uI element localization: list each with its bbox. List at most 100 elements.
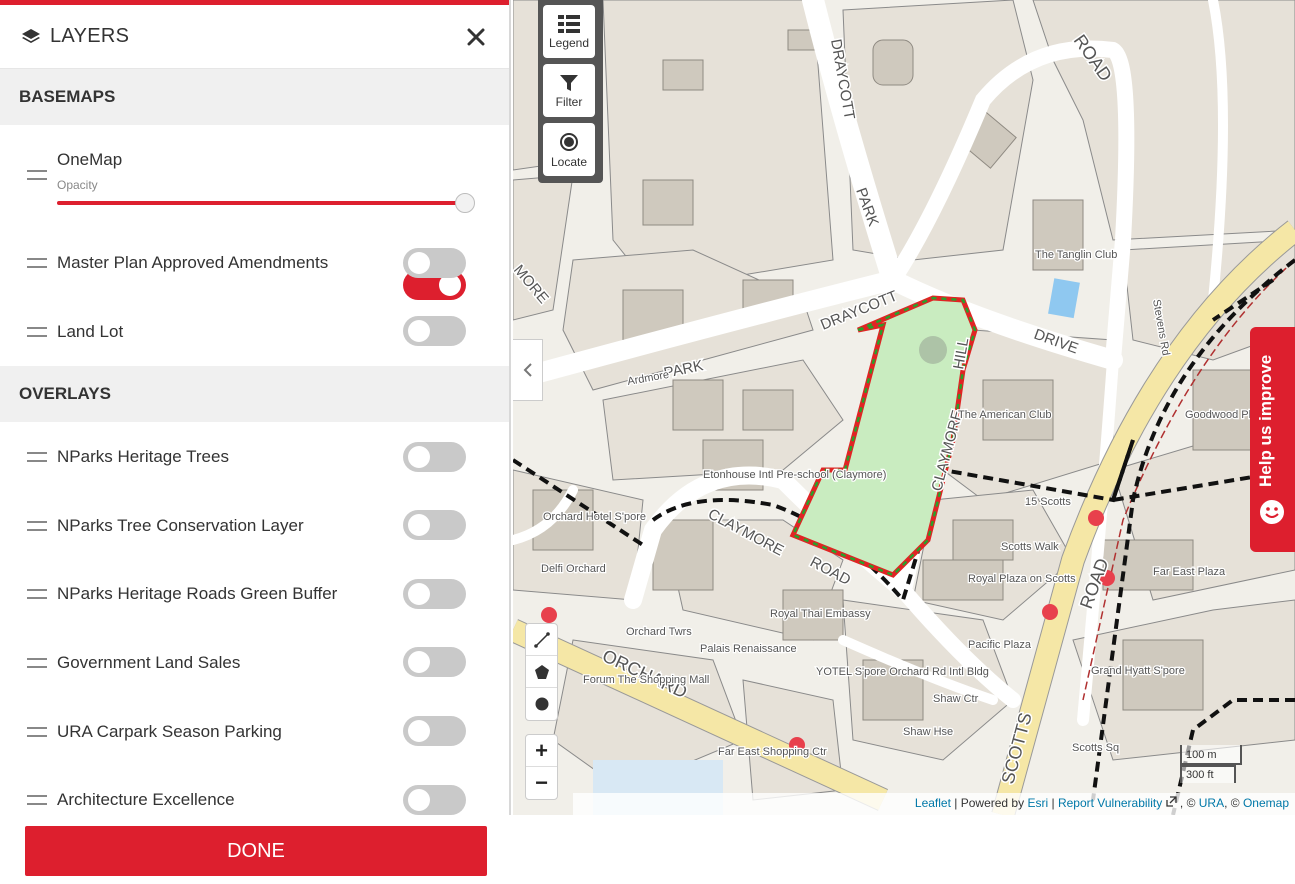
draw-tools xyxy=(525,623,558,721)
toggle-heritage-trees[interactable] xyxy=(403,442,466,472)
toggle-knob xyxy=(408,651,430,673)
toggle-knob xyxy=(408,583,430,605)
toggle-master-plan[interactable] xyxy=(403,248,466,278)
layer-row-onemap: OneMap Opacity xyxy=(0,125,509,300)
report-vulnerability-link[interactable]: Report Vulnerability xyxy=(1058,796,1162,810)
map-label: ROAD xyxy=(807,554,853,589)
filter-icon xyxy=(560,74,578,91)
attribution-separator: | xyxy=(1051,796,1055,810)
legend-button[interactable]: Legend xyxy=(543,5,595,58)
layers-icon xyxy=(20,26,42,48)
filter-button[interactable]: Filter xyxy=(543,64,595,117)
toggle-tree-conservation[interactable] xyxy=(403,510,466,540)
drag-handle-icon[interactable] xyxy=(27,326,47,337)
opacity-slider-handle[interactable] xyxy=(455,193,475,213)
toggle-heritage-roads[interactable] xyxy=(403,579,466,609)
draw-line-button[interactable] xyxy=(526,624,557,656)
locate-label: Locate xyxy=(550,154,588,169)
polygon-icon xyxy=(534,664,549,679)
map-label: Pacific Plaza xyxy=(968,639,1032,651)
layer-label: OneMap xyxy=(57,150,123,169)
circle-icon xyxy=(535,697,548,711)
map-label: Scotts Sq xyxy=(1072,742,1119,754)
map-label: Orchard Twrs xyxy=(626,626,692,638)
scale-bar: 100 m 300 ft xyxy=(1180,745,1250,783)
map-label: The American Club xyxy=(958,409,1052,421)
map-view[interactable]: DRAYCOTT PARK ROAD DRAYCOTT DRIVE PARK C… xyxy=(513,0,1295,815)
section-basemaps: BASEMAPS xyxy=(0,69,509,125)
map-labels: DRAYCOTT PARK ROAD DRAYCOTT DRIVE PARK C… xyxy=(513,29,1284,787)
layers-panel: LAYERS BASEMAPS OneMap Opacity Master Pl… xyxy=(0,0,511,815)
map-label: MORE xyxy=(513,262,552,307)
polyline-icon xyxy=(533,631,550,648)
toggle-knob xyxy=(408,446,430,468)
help-us-improve-tab[interactable]: Help us improve xyxy=(1250,327,1295,552)
map-label: YOTEL S'pore Orchard Rd Intl Bldg xyxy=(816,666,989,678)
drag-handle-icon[interactable] xyxy=(27,520,47,531)
layer-row-architecture-excellence: Architecture Excellence xyxy=(0,766,509,815)
map-label: Shaw Ctr xyxy=(933,693,979,705)
draw-polygon-button[interactable] xyxy=(526,656,557,688)
onemap-link[interactable]: Onemap xyxy=(1243,796,1289,810)
drag-handle-icon[interactable] xyxy=(27,657,47,668)
drag-handle-icon[interactable] xyxy=(27,451,47,462)
attribution-text: , © xyxy=(1224,796,1240,810)
map-label: ROAD xyxy=(1070,31,1116,85)
layer-row-master-plan: Master Plan Approved Amendments xyxy=(0,229,509,297)
zoom-out-button[interactable]: − xyxy=(526,767,557,799)
map-label: DRAYCOTT xyxy=(818,287,900,333)
map-label: Ardmore xyxy=(626,369,670,388)
drag-handle-icon[interactable] xyxy=(27,589,47,599)
map-label: CLAYMORE xyxy=(928,408,966,493)
section-overlays: OVERLAYS xyxy=(0,366,509,422)
panel-header: LAYERS xyxy=(0,5,509,69)
map-label: PARK xyxy=(852,186,882,229)
map-label: SCOTTS xyxy=(998,710,1036,786)
toggle-government-land-sales[interactable] xyxy=(403,647,466,677)
drag-handle-icon[interactable] xyxy=(27,170,47,180)
drag-handle-icon[interactable] xyxy=(27,258,47,268)
map-label: CLAYMORE xyxy=(705,506,786,560)
toggle-architecture-excellence[interactable] xyxy=(403,785,466,815)
map-label: DRAYCOTT xyxy=(827,38,858,121)
zoom-in-button[interactable]: + xyxy=(526,735,557,767)
layer-row-carpark-season: URA Carpark Season Parking xyxy=(0,697,509,766)
draw-circle-button[interactable] xyxy=(526,688,557,720)
ura-link[interactable]: URA xyxy=(1199,796,1224,810)
smiley-icon xyxy=(1260,500,1284,524)
map-label: Orchard Hotel S'pore xyxy=(543,511,646,523)
map-label: Far East Plaza xyxy=(1153,566,1226,578)
esri-link[interactable]: Esri xyxy=(1027,796,1048,810)
scale-metric: 100 m xyxy=(1180,745,1242,765)
panel-title: LAYERS xyxy=(50,25,130,47)
map-label: Far East Shopping Ctr xyxy=(718,746,827,758)
map-label: Palais Renaissance xyxy=(700,643,797,655)
toggle-land-lot[interactable] xyxy=(403,316,466,346)
map-label: Delfi Orchard xyxy=(541,563,606,575)
opacity-slider-track[interactable] xyxy=(57,201,465,205)
layer-row-government-land-sales: Government Land Sales xyxy=(0,628,509,697)
map-label: Grand Hyatt S'pore xyxy=(1091,665,1185,677)
layer-row-land-lot: Land Lot xyxy=(0,297,509,366)
filter-label: Filter xyxy=(555,94,583,109)
done-button[interactable]: DONE xyxy=(25,826,487,876)
map-toolbar: Legend Filter Locate xyxy=(538,0,603,183)
close-button[interactable] xyxy=(463,24,489,50)
collapse-panel-button[interactable] xyxy=(513,339,543,401)
toggle-knob xyxy=(408,320,430,342)
map-label: DRIVE xyxy=(1032,326,1081,358)
close-icon xyxy=(467,28,485,45)
map-label: ROAD xyxy=(1076,556,1113,612)
toggle-carpark-season[interactable] xyxy=(403,716,466,746)
drag-handle-icon[interactable] xyxy=(27,795,47,805)
drag-handle-icon[interactable] xyxy=(27,726,47,737)
attribution-text: , © xyxy=(1179,796,1196,810)
map-label: The Tanglin Club xyxy=(1035,249,1117,261)
zoom-control: + − xyxy=(525,734,558,800)
legend-label: Legend xyxy=(548,35,590,50)
locate-button[interactable]: Locate xyxy=(543,123,595,176)
map-label: Shaw Hse xyxy=(903,726,953,738)
leaflet-link[interactable]: Leaflet xyxy=(915,796,951,810)
layer-row-tree-conservation: NParks Tree Conservation Layer xyxy=(0,491,509,560)
help-tab-label: Help us improve xyxy=(1256,354,1275,487)
